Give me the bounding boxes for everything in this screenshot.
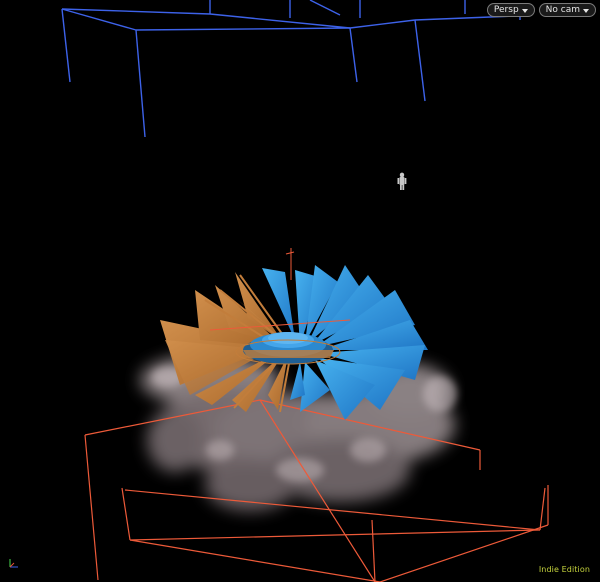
character-figure [397,172,407,190]
camera-menu-label: No cam [545,5,580,15]
viewport-menu-bar: Persp No cam [486,3,596,17]
camera-menu-button[interactable]: No cam [538,3,596,17]
view-menu-label: Persp [493,5,519,15]
3d-viewport[interactable]: Persp No cam Indie Edition [0,0,600,582]
view-menu-button[interactable]: Persp [486,3,535,17]
blue-bounding-box [61,0,521,138]
chevron-down-icon [521,8,528,13]
axis-gizmo-icon [9,559,18,568]
pivot-axis [285,248,295,280]
chevron-down-icon [583,8,589,13]
edition-label: Indie Edition [538,565,590,574]
scene-canvas[interactable] [0,0,600,582]
